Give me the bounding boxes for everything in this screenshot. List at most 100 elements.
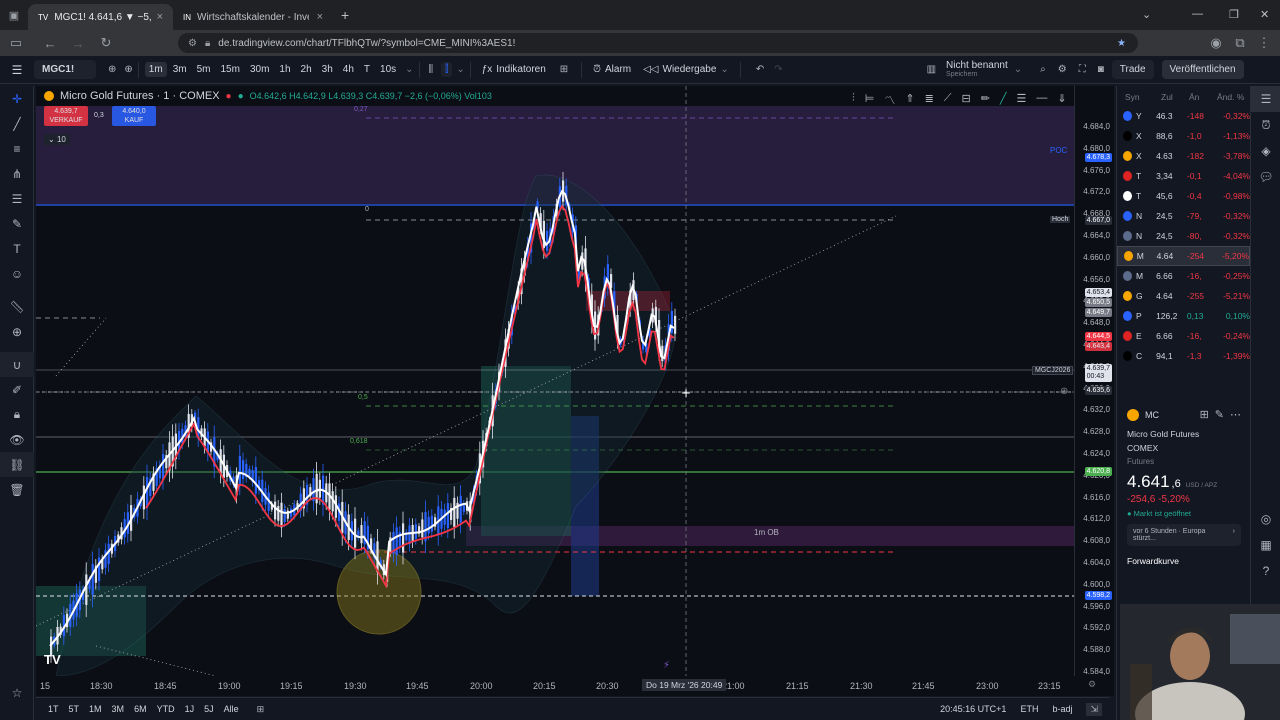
col-last[interactable]: Zul — [1161, 92, 1181, 102]
range-YTD[interactable]: YTD — [157, 704, 175, 714]
range-1T[interactable]: 1T — [48, 704, 59, 714]
chart-type-dropdown-icon[interactable]: ⌄ — [456, 64, 464, 75]
watchlist-row[interactable]: T 45,6 -0,4 -0,98% — [1117, 186, 1250, 206]
sell-button[interactable]: 4.639,7 VERKAUF — [44, 106, 88, 126]
hide-drawings-icon[interactable]: 👁︎ — [0, 427, 34, 452]
trade-button[interactable]: Trade — [1111, 60, 1154, 79]
publish-button[interactable]: Veröffentlichen — [1161, 60, 1244, 79]
more-icon[interactable]: ⋯ — [1230, 408, 1241, 421]
settings-gear-icon[interactable]: ⚙ — [1058, 64, 1067, 75]
chat-icon[interactable]: 💬︎ — [1251, 164, 1280, 190]
watchlist-icon[interactable]: ☰ — [1251, 86, 1280, 112]
trash-icon[interactable]: 🗑︎ — [0, 477, 34, 502]
clock-text[interactable]: 20:45:16 UTC+1 — [940, 704, 1006, 714]
ray-icon[interactable]: ⟋ — [944, 92, 952, 108]
timeframe-1h[interactable]: 1h — [275, 62, 294, 77]
tv-menu-icon[interactable]: ☰ — [0, 63, 34, 77]
layout-name[interactable]: Nicht benannt Speichern — [946, 60, 1008, 79]
indicators-button[interactable]: ƒx Indikatoren — [476, 64, 552, 75]
calendar-icon[interactable]: ▦ — [1251, 532, 1280, 558]
channel-icon[interactable]: ⊟ — [961, 92, 970, 108]
watchlist-row[interactable]: N 24,5 -79, -0,32% — [1117, 206, 1250, 226]
range-6M[interactable]: 6M — [134, 704, 147, 714]
price-chart-canvas[interactable]: + — [36, 86, 1110, 696]
timeframe-4h[interactable]: 4h — [339, 62, 358, 77]
undo-icon[interactable]: ↶ — [756, 64, 764, 75]
reload-icon[interactable]: ↻ — [94, 35, 118, 51]
symbol-search[interactable]: MGC1! — [34, 60, 96, 79]
add-symbol-icon[interactable]: ⊕ — [108, 64, 116, 75]
bar-style-icon[interactable]: ⫼ — [429, 64, 434, 75]
redo-icon[interactable]: ↷ — [774, 64, 782, 75]
close-tab-icon[interactable]: × — [317, 11, 323, 23]
browser-tab-investing[interactable]: IN Wirtschaftskalender - Investing × — [173, 4, 333, 30]
restore-icon[interactable]: ❐ — [1229, 8, 1239, 21]
minimize-icon[interactable]: — — [1192, 8, 1203, 20]
timeframe-5m[interactable]: 5m — [193, 62, 215, 77]
target-icon[interactable]: ◎ — [1251, 506, 1280, 532]
watchlist-row[interactable]: M 6.66 -16, -0,25% — [1117, 266, 1250, 286]
new-tab-icon[interactable]: + — [341, 7, 349, 23]
timeframe-dropdown-icon[interactable]: ⌄ — [405, 64, 413, 75]
magnet-icon[interactable]: ∪ — [0, 352, 34, 377]
watchlist-row[interactable]: E 6.66 -16, -0,24% — [1117, 326, 1250, 346]
forward-icon[interactable]: → — [66, 36, 90, 51]
news-card[interactable]: vor 6 Stunden · Europa stürzt... › — [1127, 524, 1241, 546]
fib-retracement-icon[interactable]: ☰ — [0, 186, 34, 211]
stay-drawing-icon[interactable]: ✐ — [0, 377, 34, 402]
collapse-panel-icon[interactable]: ⇲ — [1086, 702, 1102, 716]
timeframe-3h[interactable]: 3h — [318, 62, 337, 77]
replay-marker-icon[interactable]: ⚡︎ — [663, 660, 670, 671]
brush-icon[interactable]: ✎ — [0, 211, 34, 236]
grid-icon[interactable]: ⊞ — [1200, 408, 1209, 421]
price-scale[interactable]: 4.684,0 4.680,0 4.676,0 4.672,0 4.668,0 4.664… — [1074, 86, 1114, 696]
text-tool-icon[interactable]: T — [0, 236, 34, 261]
watchlist-row[interactable]: P 126,2 0,13 0,10% — [1117, 306, 1250, 326]
pen-icon[interactable]: ✏ — [981, 92, 990, 108]
time-scale[interactable]: 15 18:30 18:45 19:00 19:15 19:30 19:45 20:00 20:… — [36, 676, 1110, 696]
ruler-icon[interactable]: 📏︎ — [0, 294, 34, 319]
chart-pane[interactable]: + Micro Gold Futures · 1 · COMEX ● ● O4.… — [36, 86, 1110, 696]
fib-tool-icon[interactable]: ⫶ — [852, 92, 855, 108]
timeframe-30m[interactable]: 30m — [246, 62, 273, 77]
quick-search-icon[interactable]: ⌕ — [1040, 64, 1046, 75]
timeframe-1m[interactable]: 1m — [144, 62, 167, 77]
range-1J[interactable]: 1J — [185, 704, 195, 714]
extensions-icon[interactable]: ⧉ — [1228, 35, 1252, 51]
range-5J[interactable]: 5J — [204, 704, 214, 714]
bookmark-star-icon[interactable]: ★ — [1117, 38, 1126, 49]
help-icon[interactable]: ? — [1251, 558, 1280, 584]
watchlist-row[interactable]: M 4.64 -254 -5,20% — [1117, 246, 1250, 266]
adjust-text[interactable]: b-adj — [1052, 704, 1072, 714]
browser-menu-icon[interactable]: ⋮ — [1252, 35, 1276, 51]
watchlist-row[interactable]: X 4.63 -182 -3,78% — [1117, 146, 1250, 166]
timeframe-3m[interactable]: 3m — [169, 62, 191, 77]
url-field[interactable]: ⚙ 🔒︎ de.tradingview.com/chart/TFlbhQTw/?… — [178, 33, 1138, 53]
alerts-icon[interactable]: ⏰︎ — [1251, 112, 1280, 138]
layout-dropdown-icon[interactable]: ⌄ — [1014, 64, 1022, 75]
replay-button[interactable]: ◁◁ Wiedergabe ⌄ — [637, 64, 735, 75]
arrow-up-icon[interactable]: ⇑ — [905, 92, 914, 108]
watchlist-row[interactable]: G 4.64 -255 -5,21% — [1117, 286, 1250, 306]
hlines-icon[interactable]: ☰ — [1017, 92, 1027, 108]
tab-search-icon[interactable]: ⌄ — [1142, 8, 1151, 21]
timeframe-10s[interactable]: 10s — [376, 62, 400, 77]
favorites-star-icon[interactable]: ☆ — [0, 680, 34, 705]
col-change[interactable]: Än — [1189, 92, 1209, 102]
col-change-pct[interactable]: Änd. % — [1217, 92, 1244, 102]
data-window-icon[interactable]: ◈ — [1251, 138, 1280, 164]
crosshair-icon[interactable]: ✛ — [0, 86, 34, 111]
compare-icon[interactable]: ⊕ — [124, 64, 132, 75]
browser-tab-active[interactable]: TV MGC1! 4.641,6 ▼ −5,2% Nicht b × — [28, 4, 173, 30]
zoom-in-icon[interactable]: ⊕ — [0, 319, 34, 344]
smiley-icon[interactable]: ☺ — [0, 261, 34, 286]
templates-icon[interactable]: ⊞ — [560, 64, 568, 75]
timeframe-2h[interactable]: 2h — [297, 62, 316, 77]
lines-icon[interactable]: ≣ — [925, 92, 934, 108]
lock-drawings-icon[interactable]: 🔒︎ — [0, 402, 34, 427]
timeframe-T[interactable]: T — [360, 62, 374, 77]
add-alert-plus-icon[interactable]: ⊕ — [1060, 386, 1068, 397]
window-menu-icon[interactable]: ▣ — [0, 9, 28, 22]
session-text[interactable]: ETH — [1020, 704, 1038, 714]
watchlist-row[interactable]: T 3,34 -0,1 -4,04% — [1117, 166, 1250, 186]
